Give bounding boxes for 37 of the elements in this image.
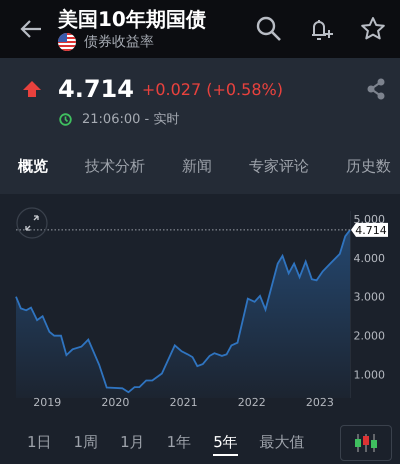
flag-icon xyxy=(58,33,76,51)
y-axis-label: 4.000 xyxy=(354,252,385,265)
tab[interactable]: 专家评论 xyxy=(249,156,309,176)
x-axis-label: 2022 xyxy=(238,396,266,409)
tab[interactable]: 技术分析 xyxy=(85,156,145,176)
search-icon[interactable] xyxy=(256,16,282,42)
y-axis-label: 2.000 xyxy=(354,330,385,343)
x-axis-label: 2023 xyxy=(306,396,334,409)
star-icon[interactable] xyxy=(360,16,386,42)
x-axis-label: 2019 xyxy=(33,396,62,409)
subtitle: 债券收益率 xyxy=(84,33,154,51)
x-axis-label: 2021 xyxy=(170,396,198,409)
tab[interactable]: 新闻 xyxy=(182,156,212,176)
back-icon[interactable] xyxy=(20,20,42,38)
update-time: 21:06:00 - 实时 xyxy=(82,111,180,128)
page-title: 美国10年期国债 xyxy=(58,7,207,31)
x-axis-label: 2020 xyxy=(101,396,130,409)
range-button[interactable]: 1年 xyxy=(166,430,192,456)
range-button[interactable]: 1日 xyxy=(27,430,52,456)
candlestick-icon xyxy=(353,433,379,453)
price-change: +0.027 (+0.58%) xyxy=(142,80,284,98)
clock-icon xyxy=(59,112,72,126)
price-value: 4.714 xyxy=(58,75,134,103)
range-button[interactable]: 1周 xyxy=(74,430,98,456)
range-button[interactable]: 最大值 xyxy=(260,430,305,456)
price-tag: 4.714 xyxy=(351,222,388,237)
range-button[interactable]: 5年 xyxy=(213,430,238,456)
share-icon[interactable] xyxy=(366,78,386,100)
tab[interactable]: 概览 xyxy=(18,156,48,176)
expand-icon[interactable] xyxy=(16,207,48,239)
tab[interactable]: 历史数 xyxy=(346,156,391,176)
ref-line-label: 4.714 xyxy=(355,224,387,237)
candlestick-chart-button[interactable] xyxy=(340,425,392,461)
y-axis-label: 3.000 xyxy=(354,290,385,304)
up-arrow-icon xyxy=(22,80,42,98)
range-button[interactable]: 1月 xyxy=(120,430,145,456)
y-axis-label: 1.000 xyxy=(354,368,385,382)
